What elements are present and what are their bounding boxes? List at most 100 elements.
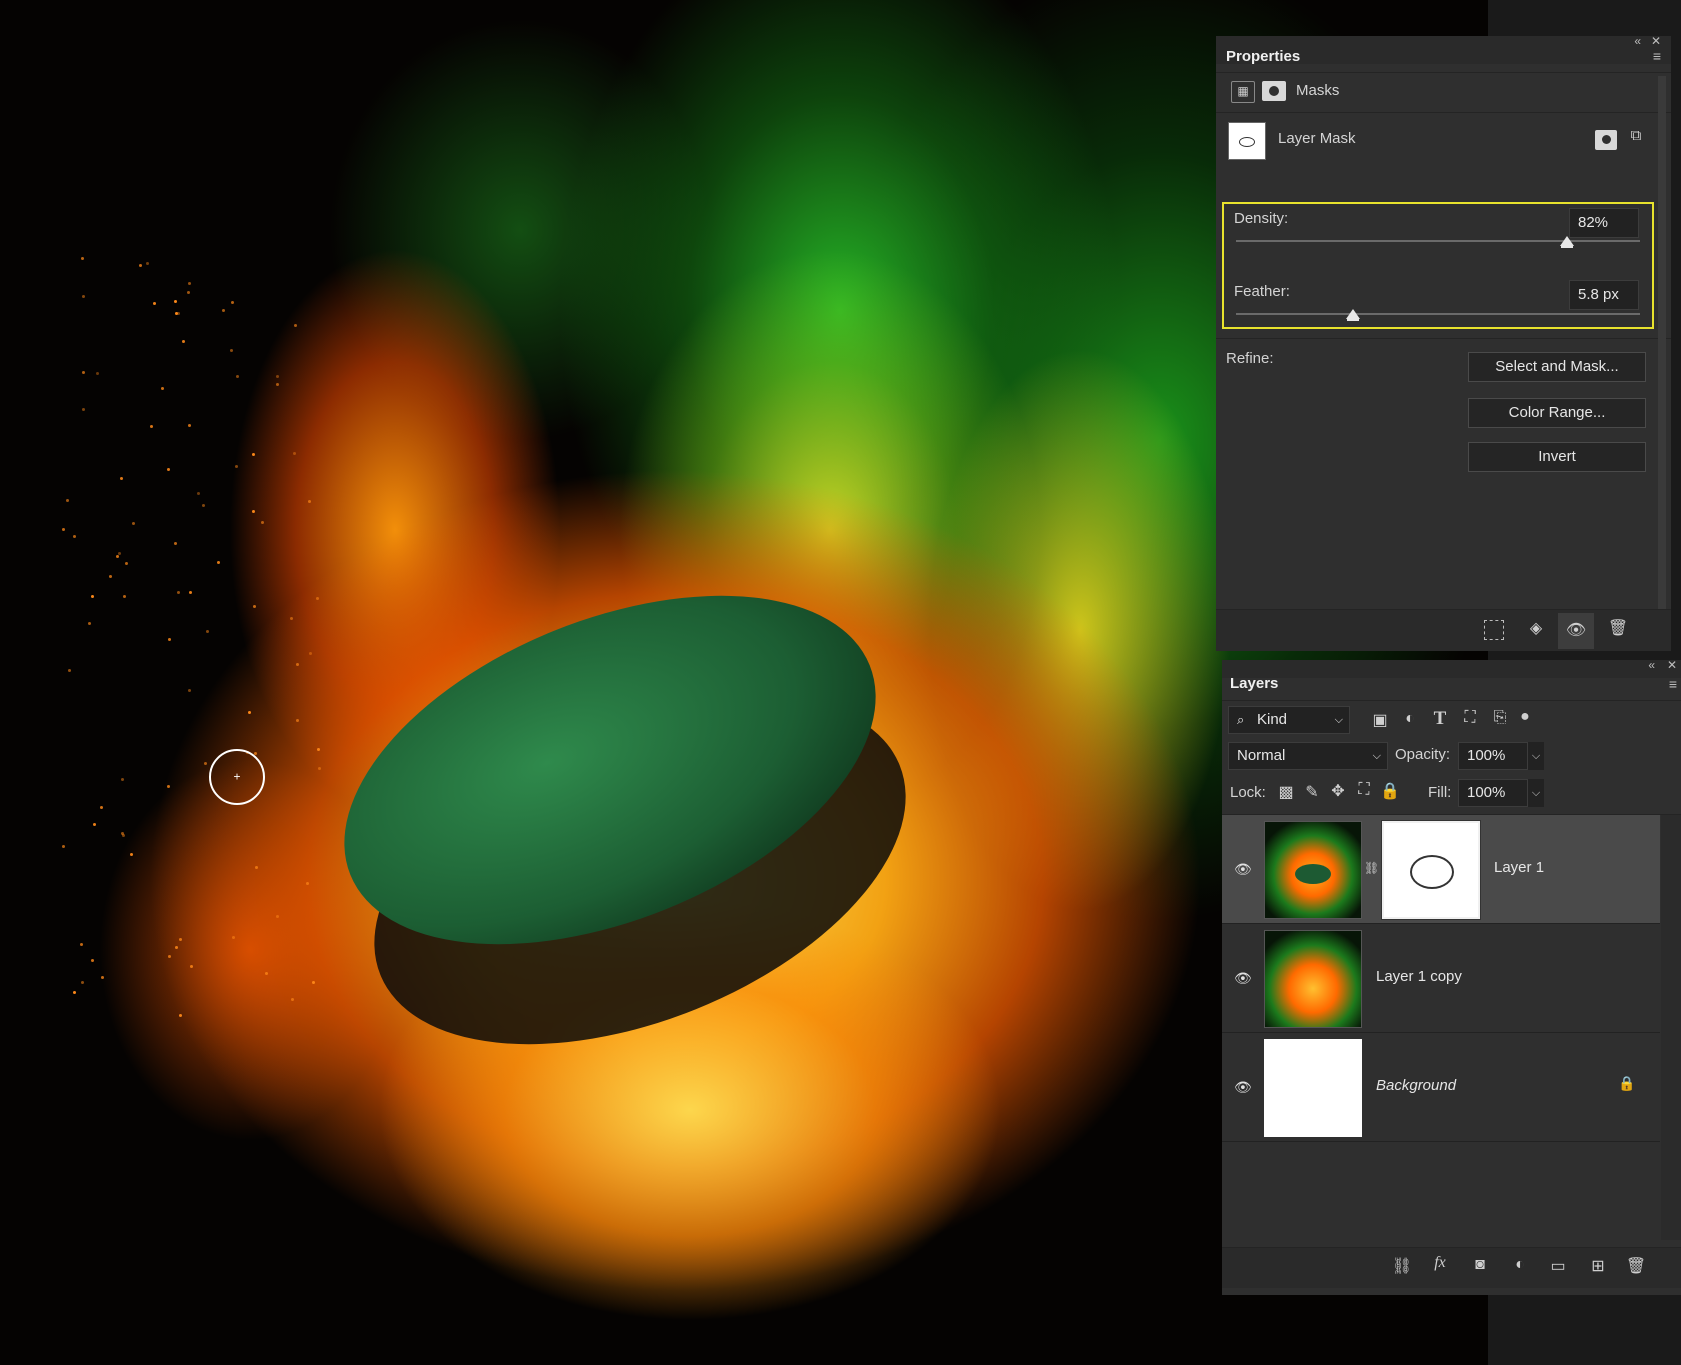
layer-name[interactable]: Background <box>1376 1077 1456 1094</box>
shape-layer-filter-icon[interactable]: ⛶ <box>1460 709 1480 727</box>
add-vector-mask-icon[interactable]: ⧉ <box>1625 127 1647 149</box>
spark <box>145 262 149 265</box>
apply-mask-icon[interactable]: ◈ <box>1524 618 1548 642</box>
lock-image-pixels-icon[interactable]: ✎ <box>1302 782 1322 802</box>
layers-tab[interactable]: Layers <box>1230 675 1278 692</box>
spark <box>125 561 129 565</box>
select-and-mask-button[interactable]: Select and Mask... <box>1468 352 1646 382</box>
layer-mask-label: Layer Mask <box>1278 130 1356 147</box>
type-layer-filter-icon[interactable]: T <box>1430 708 1450 730</box>
chevron-down-icon[interactable]: ⌵ <box>1528 779 1544 807</box>
delete-layer-trash-icon[interactable]: 🗑 <box>1624 1256 1648 1276</box>
spark <box>248 710 252 714</box>
panel-menu-icon[interactable]: ≡ <box>1653 48 1661 64</box>
spark <box>100 805 104 809</box>
spark <box>95 371 99 375</box>
mask-link-icon[interactable]: ⛓ <box>1364 861 1379 875</box>
lock-artboard-icon[interactable]: ⛶ <box>1354 781 1374 799</box>
new-layer-icon[interactable]: ⊞ <box>1586 1256 1610 1276</box>
spark <box>197 491 201 495</box>
density-slider-thumb[interactable] <box>1560 236 1575 248</box>
divider <box>1216 72 1671 73</box>
spark <box>231 935 235 939</box>
spark <box>179 1013 183 1017</box>
spark <box>91 595 95 599</box>
feather-slider-track[interactable] <box>1236 313 1640 315</box>
spark <box>177 591 181 595</box>
spark <box>139 263 143 267</box>
color-range-button[interactable]: Color Range... <box>1468 398 1646 428</box>
layers-scrollbar[interactable] <box>1661 815 1681 1240</box>
delete-mask-trash-icon[interactable]: 🗑 <box>1606 618 1630 642</box>
layer-name[interactable]: Layer 1 copy <box>1376 968 1462 985</box>
properties-footer: ◈ 👁 🗑 <box>1216 610 1671 651</box>
adjustment-layer-filter-icon[interactable]: ◐ <box>1400 710 1420 728</box>
visibility-eye-icon[interactable]: 👁 <box>1234 970 1252 987</box>
layer-row-background[interactable]: 👁 Background 🔒 <box>1222 1033 1660 1142</box>
spark <box>80 943 84 947</box>
layer-thumbnail[interactable] <box>1264 821 1362 919</box>
density-slider-track[interactable] <box>1236 240 1640 242</box>
search-icon: ⌕ <box>1237 712 1245 727</box>
spark <box>316 596 320 600</box>
layer-thumbnail[interactable] <box>1264 930 1362 1028</box>
opacity-label: Opacity: <box>1395 746 1451 763</box>
smart-object-filter-icon[interactable]: ⎘ <box>1490 709 1510 727</box>
collapse-icon[interactable]: « <box>1634 34 1641 48</box>
layer-name[interactable]: Layer 1 <box>1494 859 1544 876</box>
lock-transparent-pixels-icon[interactable]: ▩ <box>1276 782 1296 802</box>
fx-icon[interactable]: fx <box>1428 1254 1452 1272</box>
spark <box>93 822 97 826</box>
blend-mode-select[interactable]: Normal ⌵ <box>1228 742 1388 770</box>
visibility-eye-icon[interactable]: 👁 <box>1234 1079 1252 1096</box>
spark <box>174 300 178 304</box>
add-mask-icon[interactable]: ◙ <box>1468 1256 1492 1274</box>
layer-row-layer-1[interactable]: 👁 ⛓ Layer 1 <box>1222 815 1660 924</box>
disable-mask-eye-icon[interactable]: 👁 <box>1558 613 1594 649</box>
spark <box>81 294 85 298</box>
feather-field[interactable]: 5.8 px <box>1569 280 1639 310</box>
filter-kind-select[interactable]: Kind ⌕ ⌵ <box>1228 706 1350 734</box>
feather-label: Feather: <box>1234 283 1290 300</box>
spark <box>293 451 297 455</box>
spark <box>167 784 171 788</box>
link-layers-icon[interactable]: ⛓ <box>1390 1256 1414 1276</box>
filter-toggle-icon[interactable]: ● <box>1518 708 1532 726</box>
pixel-layer-filter-icon[interactable]: ▣ <box>1370 710 1390 730</box>
layer-mask-thumbnail[interactable] <box>1381 820 1481 920</box>
properties-scrollbar[interactable] <box>1658 76 1666 616</box>
visibility-eye-icon[interactable]: 👁 <box>1234 861 1252 878</box>
load-selection-icon[interactable] <box>1484 620 1504 640</box>
layer-row-layer-1-copy[interactable]: 👁 Layer 1 copy <box>1222 924 1660 1033</box>
spark <box>153 301 157 305</box>
brush-cursor-icon <box>209 749 265 805</box>
adjustment-layer-icon[interactable]: ◐ <box>1508 1256 1532 1274</box>
fill-field[interactable]: 100% <box>1458 779 1528 807</box>
spark <box>80 980 84 984</box>
new-group-folder-icon[interactable]: ▭ <box>1546 1256 1570 1276</box>
close-icon[interactable]: ✕ <box>1667 658 1677 672</box>
opacity-field[interactable]: 100% <box>1458 742 1528 770</box>
vector-mask-icon[interactable] <box>1262 81 1286 101</box>
layer-thumbnail[interactable] <box>1264 1039 1362 1137</box>
layer-mask-thumbnail[interactable] <box>1228 122 1266 160</box>
density-label: Density: <box>1234 210 1289 227</box>
spark <box>118 552 122 556</box>
select-mask-icon[interactable] <box>1595 130 1617 150</box>
collapse-icon[interactable]: « <box>1648 658 1655 672</box>
lock-position-icon[interactable]: ✥ <box>1328 781 1348 801</box>
spark <box>161 387 165 391</box>
close-icon[interactable]: ✕ <box>1651 34 1661 48</box>
properties-tab[interactable]: Properties <box>1226 48 1300 65</box>
spark <box>317 767 321 771</box>
feather-slider-thumb[interactable] <box>1346 309 1361 321</box>
chevron-down-icon[interactable]: ⌵ <box>1528 742 1544 770</box>
layers-header: « ✕ <box>1222 658 1681 678</box>
pixel-mask-icon[interactable]: ▦ <box>1231 81 1255 103</box>
density-field[interactable]: 82% <box>1569 208 1639 238</box>
invert-button[interactable]: Invert <box>1468 442 1646 472</box>
lock-all-icon[interactable]: 🔒 <box>1380 781 1400 801</box>
spark <box>166 467 170 471</box>
spark <box>230 301 234 305</box>
panel-menu-icon[interactable]: ≡ <box>1669 676 1677 692</box>
